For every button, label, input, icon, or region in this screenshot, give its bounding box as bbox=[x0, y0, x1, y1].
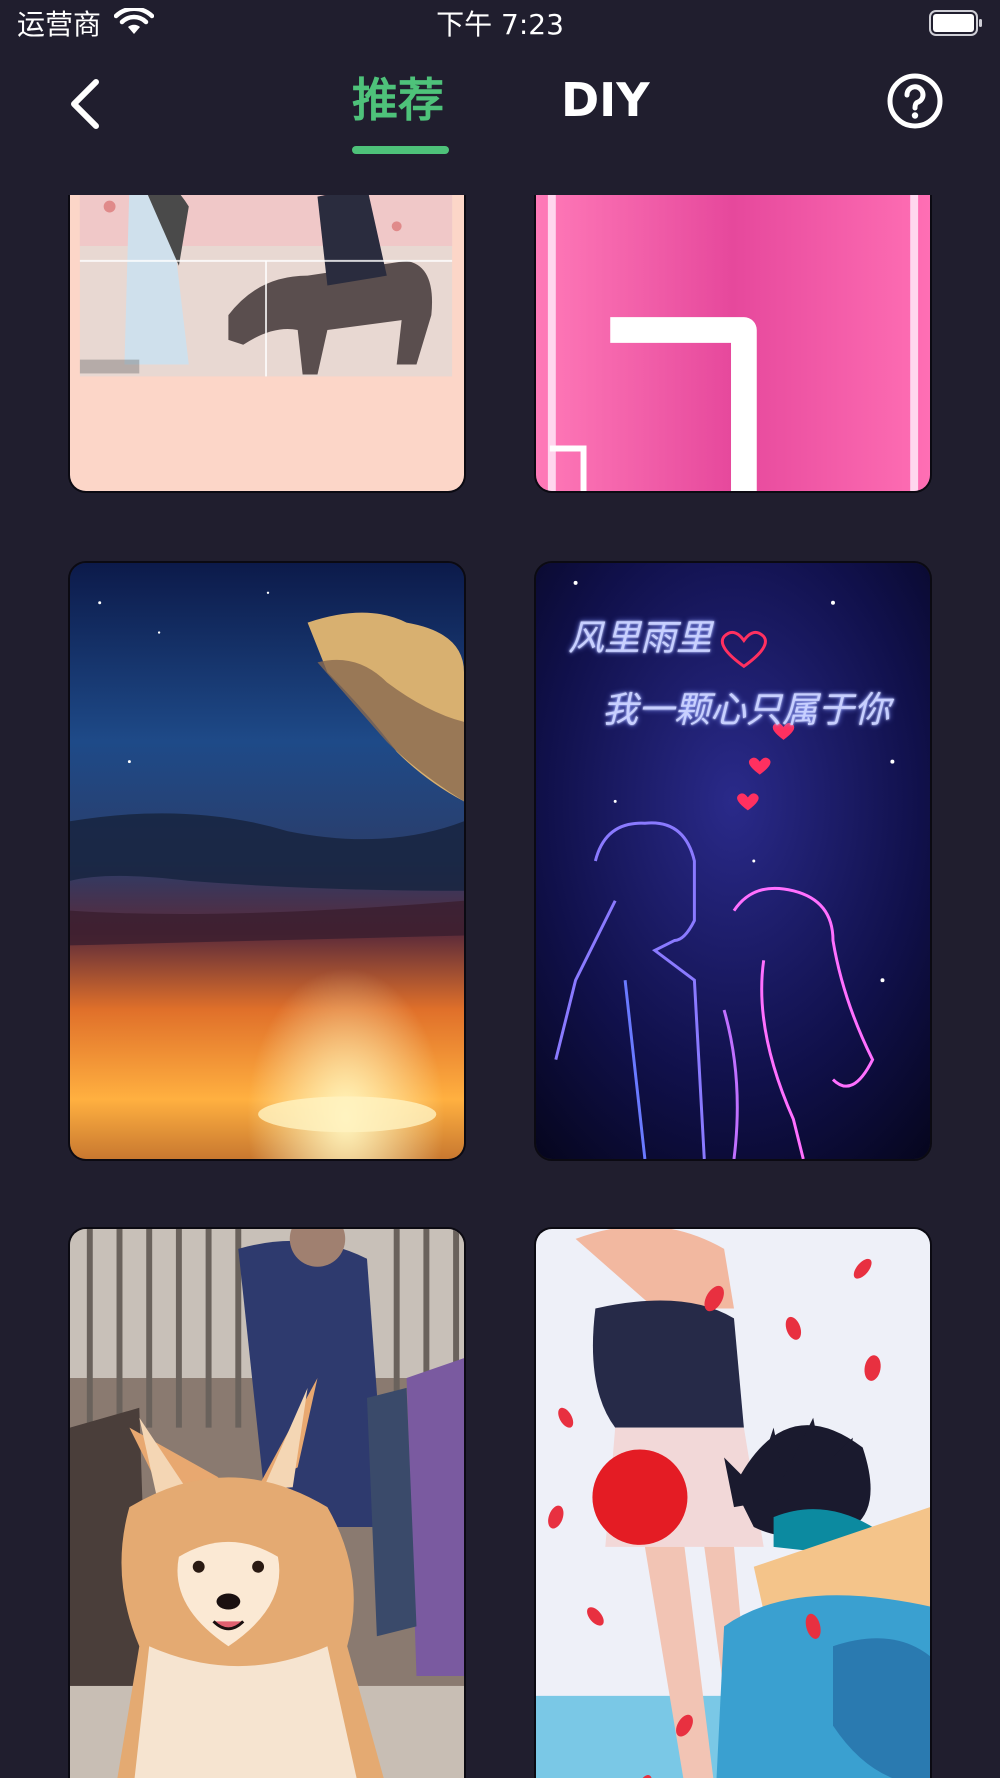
wallpaper-grid: 风里雨里 我一颗心只属于你 bbox=[0, 195, 1000, 1778]
corgi-thumbnail bbox=[70, 1229, 464, 1778]
tab-diy[interactable]: DIY bbox=[561, 70, 650, 130]
card-caption-line1: 风里雨里 bbox=[568, 618, 713, 659]
wallpaper-card-neon-couple[interactable]: 风里雨里 我一颗心只属于你 bbox=[534, 561, 932, 1161]
tab-recommended[interactable]: 推荐 bbox=[352, 70, 444, 130]
girl-horse-thumbnail bbox=[70, 195, 464, 491]
wallpaper-card-corgi[interactable] bbox=[68, 1227, 466, 1778]
moon-sunset-thumbnail bbox=[70, 563, 464, 1159]
wallpaper-card-pink-neon[interactable] bbox=[534, 195, 932, 493]
top-nav: 推荐 DIY bbox=[0, 60, 1000, 160]
wallpaper-card-anime-petals[interactable] bbox=[534, 1227, 932, 1778]
active-tab-indicator bbox=[352, 146, 449, 154]
anime-petals-thumbnail bbox=[536, 1229, 930, 1778]
status-time: 下午 7:23 bbox=[436, 8, 564, 41]
wallpaper-card-girl-horse[interactable] bbox=[68, 195, 466, 493]
battery-icon bbox=[929, 10, 982, 36]
pink-neon-thumbnail bbox=[536, 195, 930, 491]
chevron-left-icon[interactable] bbox=[62, 74, 112, 134]
question-circle-icon[interactable] bbox=[887, 73, 943, 129]
card-caption-line2: 我一颗心只属于你 bbox=[602, 690, 891, 731]
wallpaper-card-moon-sunset[interactable] bbox=[68, 561, 466, 1161]
status-bar: 运营商 下午 7:23 bbox=[0, 0, 1000, 50]
